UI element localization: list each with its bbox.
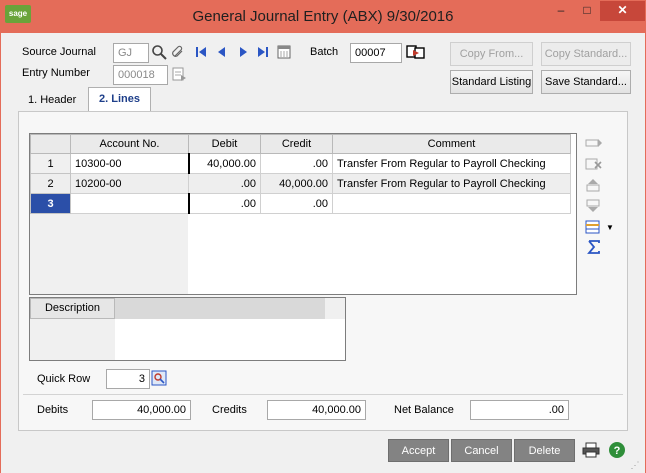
quick-row-field[interactable]: 3	[106, 369, 150, 389]
batch-field[interactable]: 00007	[350, 43, 402, 63]
next-record-icon[interactable]	[235, 44, 251, 64]
previous-record-icon[interactable]	[214, 44, 230, 64]
batch-label: Batch	[310, 46, 339, 58]
maximize-button[interactable]: □	[574, 1, 600, 21]
grid-customize-icon[interactable]	[584, 220, 604, 236]
copy-standard-button[interactable]: Copy Standard...	[541, 42, 631, 66]
source-journal-field[interactable]: GJ	[113, 43, 149, 63]
quick-row-lookup-icon[interactable]	[151, 370, 167, 390]
column-header-debit[interactable]: Debit	[188, 134, 261, 154]
row-number[interactable]: 3	[30, 193, 71, 214]
batch-manager-icon[interactable]	[405, 44, 427, 64]
general-journal-entry-window: sage General Journal Entry (ABX) 9/30/20…	[0, 0, 646, 473]
help-icon[interactable]: ?	[608, 441, 626, 459]
account-cell[interactable]: 10300-00	[70, 153, 190, 174]
lines-table: Account No. Debit Credit Comment 1 10300…	[30, 134, 571, 214]
description-text[interactable]	[115, 319, 345, 360]
table-row[interactable]: 2 10200-00 .00 40,000.00 Transfer From R…	[30, 173, 571, 194]
search-icon[interactable]	[151, 44, 167, 64]
credit-cell[interactable]: .00	[260, 153, 333, 174]
first-record-icon[interactable]	[193, 44, 209, 64]
tab-lines[interactable]: 2. Lines	[88, 87, 151, 112]
move-row-down-icon[interactable]	[584, 199, 604, 215]
entry-number-label: Entry Number	[22, 67, 90, 79]
table-row[interactable]: 1 10300-00 40,000.00 .00 Transfer From R…	[30, 153, 571, 174]
minimize-button[interactable]: –	[548, 1, 574, 21]
credit-cell[interactable]: .00	[260, 193, 333, 214]
delete-button[interactable]: Delete	[514, 439, 575, 462]
debit-cell[interactable]: .00	[188, 173, 261, 194]
insert-row-icon[interactable]	[584, 136, 604, 152]
close-button[interactable]: ✕	[600, 1, 645, 21]
sigma-totals-icon[interactable]	[584, 240, 604, 256]
debit-cell[interactable]: .00	[188, 193, 261, 214]
row-header-corner	[30, 134, 71, 154]
debits-total: 40,000.00	[92, 400, 191, 420]
source-journal-label: Source Journal	[22, 46, 96, 58]
credits-label: Credits	[212, 404, 247, 416]
table-row[interactable]: 3 .00 .00	[30, 193, 571, 214]
account-cell[interactable]: 10200-00	[70, 173, 189, 194]
resize-grip-icon[interactable]: ⋰	[629, 457, 641, 473]
row-number[interactable]: 1	[30, 153, 71, 174]
net-balance-total: .00	[470, 400, 569, 420]
copy-from-button[interactable]: Copy From...	[450, 42, 533, 66]
credits-total: 40,000.00	[267, 400, 366, 420]
chevron-down-icon[interactable]: ▼	[605, 220, 615, 236]
description-label: Description	[30, 298, 115, 319]
column-header-comment[interactable]: Comment	[332, 134, 571, 154]
comment-cell[interactable]: Transfer From Regular to Payroll Checkin…	[332, 173, 571, 194]
debits-label: Debits	[37, 404, 69, 416]
account-cell[interactable]	[70, 193, 190, 214]
description-header-bar	[115, 298, 325, 319]
comment-cell[interactable]	[332, 193, 571, 214]
credit-cell[interactable]: 40,000.00	[260, 173, 333, 194]
standard-listing-button[interactable]: Standard Listing	[450, 70, 533, 94]
accept-button[interactable]: Accept	[388, 439, 449, 462]
delete-row-icon[interactable]	[584, 157, 604, 173]
paperclip-icon[interactable]	[170, 44, 186, 64]
debit-cell[interactable]: 40,000.00	[188, 153, 261, 174]
tab-header[interactable]: 1. Header	[18, 89, 86, 111]
column-header-account[interactable]: Account No.	[70, 134, 189, 154]
cancel-button[interactable]: Cancel	[451, 439, 512, 462]
entry-number-field[interactable]: 000018	[113, 65, 168, 85]
next-entry-number-icon[interactable]	[171, 66, 187, 86]
journal-lines-grid: Account No. Debit Credit Comment 1 10300…	[29, 133, 577, 295]
move-row-up-icon[interactable]	[584, 178, 604, 194]
net-balance-label: Net Balance	[394, 404, 454, 416]
last-record-icon[interactable]	[255, 44, 271, 64]
title-bar: sage General Journal Entry (ABX) 9/30/20…	[1, 1, 645, 33]
calendar-icon[interactable]	[276, 44, 292, 64]
column-header-credit[interactable]: Credit	[260, 134, 333, 154]
quick-row-label: Quick Row	[37, 373, 91, 385]
print-icon[interactable]	[582, 442, 600, 462]
description-box: Description	[29, 297, 346, 361]
comment-cell[interactable]: Transfer From Regular to Payroll Checkin…	[332, 153, 571, 174]
svg-text:?: ?	[614, 445, 621, 457]
row-number[interactable]: 2	[30, 173, 71, 194]
save-standard-button[interactable]: Save Standard...	[541, 70, 631, 94]
